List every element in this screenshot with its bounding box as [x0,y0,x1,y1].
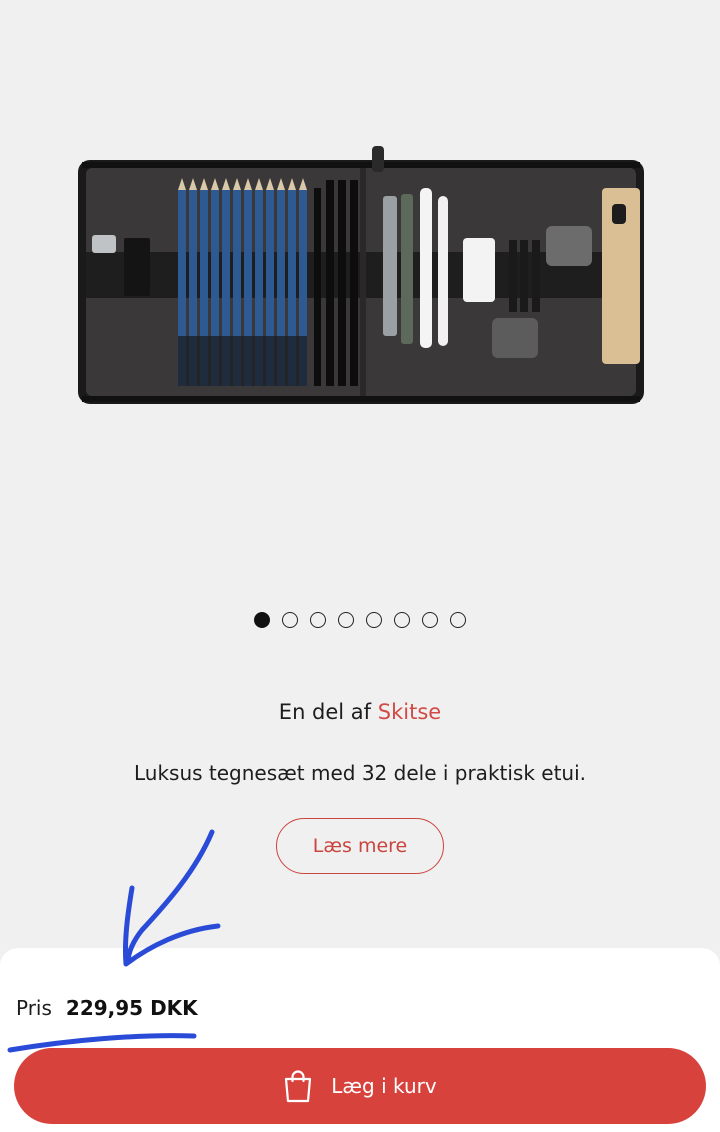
carousel-dot-6[interactable] [394,612,410,628]
add-to-cart-label: Læg i kurv [331,1074,437,1098]
shopping-bag-icon [283,1069,313,1103]
carousel-dot-8[interactable] [450,612,466,628]
product-page: En del af Skitse Luksus tegnesæt med 32 … [0,0,720,1132]
carousel-dot-5[interactable] [366,612,382,628]
carousel-dot-4[interactable] [338,612,354,628]
collection-line: En del af Skitse [0,700,720,724]
product-description: Luksus tegnesæt med 32 dele i praktisk e… [133,761,587,785]
carousel-dot-3[interactable] [310,612,326,628]
add-to-cart-button[interactable]: Læg i kurv [14,1048,706,1124]
price-label: Pris [16,996,52,1020]
collection-prefix: En del af [278,700,372,724]
price-row: Pris 229,95 DKK [16,996,198,1020]
carousel-dot-7[interactable] [422,612,438,628]
carousel-dots [0,612,720,628]
price-value: 229,95 DKK [65,996,198,1020]
carousel-dot-1[interactable] [254,612,270,628]
collection-link[interactable]: Skitse [378,700,441,724]
product-image[interactable] [0,0,720,590]
read-more-button[interactable]: Læs mere [276,818,444,874]
carousel-dot-2[interactable] [282,612,298,628]
